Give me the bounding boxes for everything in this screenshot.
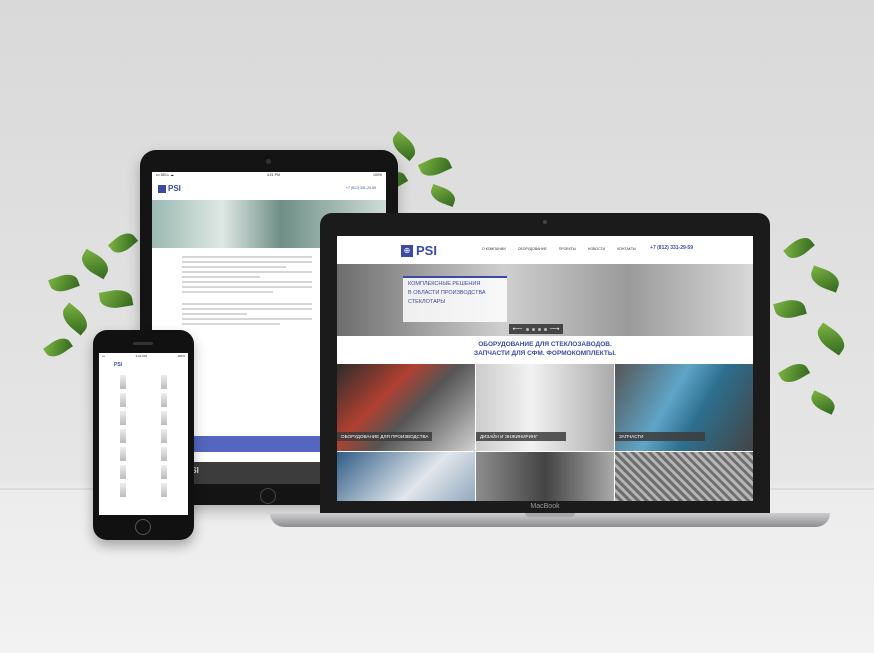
tablet-camera: [266, 159, 271, 164]
category-tiles: ОБОРУДОВАНИЕ ДЛЯ ПРОИЗВОДСТВА ДИЗАЙН И Э…: [337, 364, 753, 501]
tile-caption: ЗАПЧАСТИ: [615, 432, 705, 441]
laptop-camera: [543, 220, 547, 224]
phone-product-grid: [107, 375, 180, 497]
site-phone[interactable]: +7 (812) 331-29-59: [650, 245, 693, 251]
hero-slider: КОМПЛЕКСНЫЕ РЕШЕНИЯ В ОБЛАСТИ ПРОИЗВОДСТ…: [337, 264, 753, 336]
hero-line: СТЕКЛОТАРЫ: [408, 299, 446, 305]
product-thumb[interactable]: [119, 411, 126, 425]
tile-photo[interactable]: [337, 452, 475, 501]
arrow-right-icon[interactable]: ⟶: [550, 325, 560, 333]
tablet-home-button[interactable]: [260, 488, 276, 504]
tablet-logo-text: PSI: [168, 184, 181, 193]
hero-line: В ОБЛАСТИ ПРОИЗВОДСТВА: [408, 290, 486, 296]
slider-dot[interactable]: [525, 327, 529, 331]
logo-mark-icon: [158, 184, 166, 193]
menu-item-news[interactable]: Новости: [588, 247, 605, 251]
tile-caption: ДИЗАЙН И ЭНЖИНИРИНГ: [476, 432, 566, 441]
tablet-status-bar: ••• DELL ☁ 4:21 PM 100%: [156, 173, 382, 177]
product-thumb[interactable]: [119, 447, 126, 461]
tablet-logo[interactable]: PSI: [158, 184, 181, 193]
product-thumb[interactable]: [119, 393, 126, 407]
tile-caption: ОБОРУДОВАНИЕ ДЛЯ ПРОИЗВОДСТВА: [337, 432, 433, 441]
phone-speaker: [133, 342, 153, 345]
tablet-body-text: [182, 256, 312, 328]
product-thumb[interactable]: [119, 483, 126, 497]
tile-photo[interactable]: [615, 452, 753, 501]
menu-item-contacts[interactable]: Контакты: [617, 247, 636, 251]
tablet-nav: ••• DELL ☁ 4:21 PM 100% PSI +7 (812) 331…: [152, 172, 386, 200]
device-mockup-scene: ••• DELL ☁ 4:21 PM 100% PSI +7 (812) 331…: [0, 0, 874, 653]
menu-item-equipment[interactable]: Оборудование: [518, 247, 547, 251]
laptop-brand-label: MacBook: [530, 503, 560, 510]
product-thumb[interactable]: [119, 465, 126, 479]
tile-spare-parts[interactable]: ЗАПЧАСТИ: [615, 364, 753, 451]
slider-dot[interactable]: [543, 327, 547, 331]
hero-line: КОМПЛЕКСНЫЕ РЕШЕНИЯ: [408, 281, 481, 287]
tile-equipment[interactable]: ОБОРУДОВАНИЕ ДЛЯ ПРОИЗВОДСТВА: [337, 364, 475, 451]
logo-mark-icon: ⊕: [401, 244, 413, 257]
tile-design[interactable]: ДИЗАЙН И ЭНЖИНИРИНГ: [476, 364, 614, 451]
right-plant: [755, 230, 865, 430]
phone-logo[interactable]: PSI: [114, 362, 122, 368]
tablet-status-carrier: ••• DELL ☁: [156, 173, 174, 177]
phone-status-time: 4:21 PM: [135, 354, 147, 358]
hero-caption: КОМПЛЕКСНЫЕ РЕШЕНИЯ В ОБЛАСТИ ПРОИЗВОДСТ…: [403, 276, 507, 322]
slider-controls: ⟵ ⟶: [509, 324, 563, 334]
site-menu: О компании Оборудование Проекты Новости …: [482, 247, 636, 251]
site-logo-text: PSI: [416, 243, 437, 258]
phone-device: ••• 4:21 PM 100% PSI: [93, 330, 194, 540]
phone-status-battery: 100%: [177, 354, 185, 358]
slider-dot[interactable]: [531, 327, 535, 331]
headline-line: ЗАПЧАСТИ ДЛЯ СФМ. ФОРМОКОМПЛЕКТЫ.: [474, 350, 616, 357]
headline-line: ОБОРУДОВАНИЕ ДЛЯ СТЕКЛОЗАВОДОВ.: [478, 341, 612, 348]
site-header: ⊕ PSI О компании Оборудование Проекты Но…: [337, 236, 753, 264]
phone-status-carrier: •••: [102, 354, 106, 358]
slider-dot[interactable]: [537, 327, 541, 331]
site-logo[interactable]: ⊕ PSI: [401, 243, 437, 258]
product-thumb[interactable]: [119, 375, 126, 389]
product-thumb[interactable]: [161, 447, 168, 461]
arrow-left-icon[interactable]: ⟵: [512, 325, 522, 333]
product-thumb[interactable]: [161, 429, 168, 443]
product-thumb[interactable]: [119, 429, 126, 443]
tablet-phone[interactable]: +7 (812) 331-29-59: [346, 186, 376, 190]
product-thumb[interactable]: [161, 411, 168, 425]
phone-status-bar: ••• 4:21 PM 100%: [102, 354, 185, 358]
tablet-status-time: 4:21 PM: [266, 173, 280, 177]
laptop-base: [270, 513, 830, 527]
section-headline: ОБОРУДОВАНИЕ ДЛЯ СТЕКЛОЗАВОДОВ. ЗАПЧАСТИ…: [337, 340, 753, 358]
menu-item-about[interactable]: О компании: [482, 247, 506, 251]
product-thumb[interactable]: [161, 393, 168, 407]
product-thumb[interactable]: [161, 483, 168, 497]
laptop-screen: ⊕ PSI О компании Оборудование Проекты Но…: [337, 236, 753, 501]
tile-photo[interactable]: [476, 452, 614, 501]
laptop-device: ⊕ PSI О компании Оборудование Проекты Но…: [320, 213, 770, 513]
product-thumb[interactable]: [161, 465, 168, 479]
tablet-status-battery: 100%: [373, 173, 382, 177]
menu-item-projects[interactable]: Проекты: [559, 247, 576, 251]
phone-screen: ••• 4:21 PM 100% PSI: [99, 353, 188, 515]
laptop-notch: [525, 513, 575, 517]
phone-home-button[interactable]: [135, 519, 151, 535]
product-thumb[interactable]: [161, 375, 168, 389]
